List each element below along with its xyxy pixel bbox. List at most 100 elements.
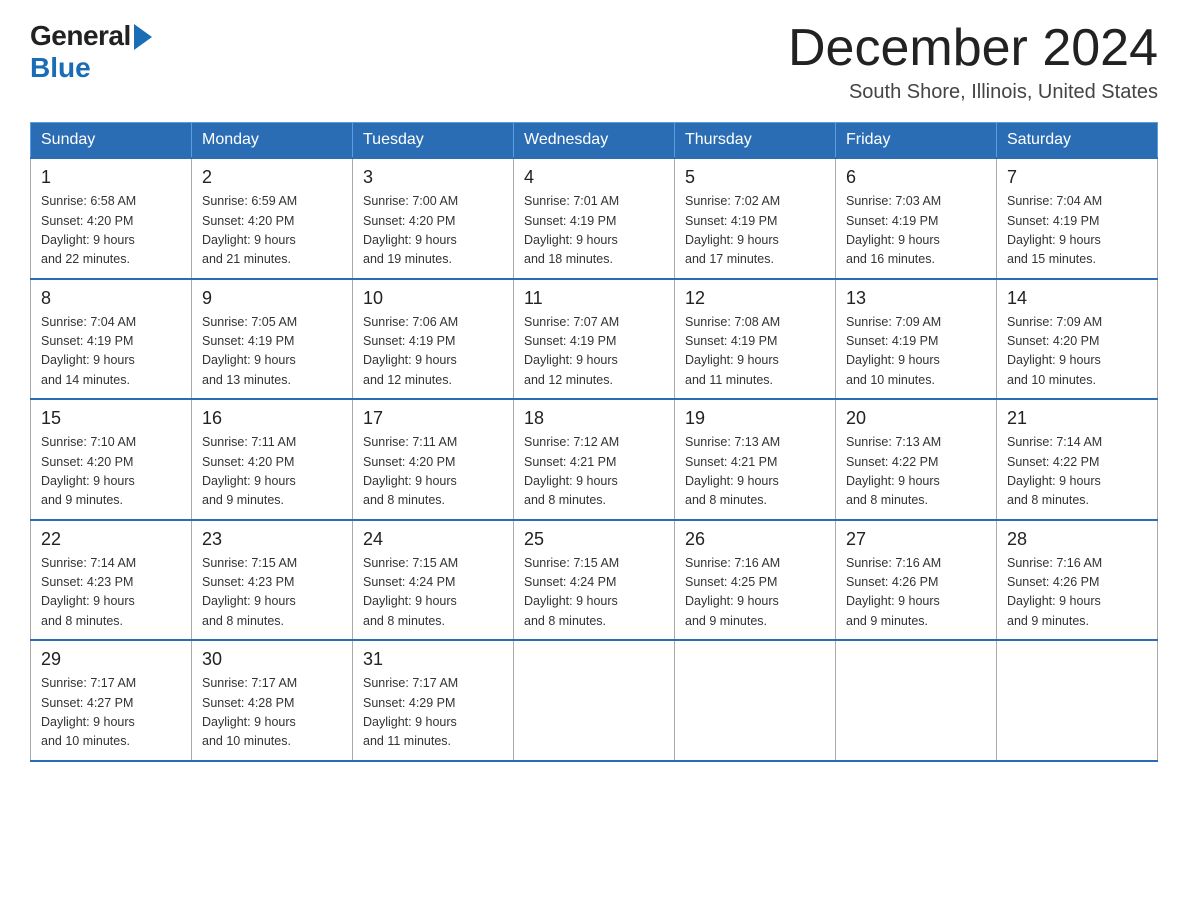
day-info: Sunrise: 7:08 AMSunset: 4:19 PMDaylight:…: [685, 313, 825, 391]
calendar-title-block: December 2024 South Shore, Illinois, Uni…: [788, 20, 1158, 104]
day-info: Sunrise: 7:05 AMSunset: 4:19 PMDaylight:…: [202, 313, 342, 391]
calendar-cell: 30 Sunrise: 7:17 AMSunset: 4:28 PMDayligh…: [192, 640, 353, 761]
day-info: Sunrise: 7:17 AMSunset: 4:29 PMDaylight:…: [363, 674, 503, 752]
calendar-cell: 22 Sunrise: 7:14 AMSunset: 4:23 PMDayligh…: [31, 520, 192, 641]
day-info: Sunrise: 7:09 AMSunset: 4:19 PMDaylight:…: [846, 313, 986, 391]
column-header-thursday: Thursday: [675, 123, 836, 159]
calendar-cell: 24 Sunrise: 7:15 AMSunset: 4:24 PMDayligh…: [353, 520, 514, 641]
calendar-table: SundayMondayTuesdayWednesdayThursdayFrid…: [30, 122, 1158, 762]
day-info: Sunrise: 7:02 AMSunset: 4:19 PMDaylight:…: [685, 192, 825, 270]
day-info: Sunrise: 7:15 AMSunset: 4:24 PMDaylight:…: [363, 554, 503, 632]
day-info: Sunrise: 7:17 AMSunset: 4:27 PMDaylight:…: [41, 674, 181, 752]
calendar-cell: 4 Sunrise: 7:01 AMSunset: 4:19 PMDaylight…: [514, 158, 675, 279]
calendar-cell: 18 Sunrise: 7:12 AMSunset: 4:21 PMDayligh…: [514, 399, 675, 520]
calendar-cell: [997, 640, 1158, 761]
day-info: Sunrise: 7:13 AMSunset: 4:22 PMDaylight:…: [846, 433, 986, 511]
day-number: 24: [363, 529, 503, 550]
day-info: Sunrise: 7:14 AMSunset: 4:22 PMDaylight:…: [1007, 433, 1147, 511]
calendar-location: South Shore, Illinois, United States: [788, 81, 1158, 104]
day-info: Sunrise: 7:06 AMSunset: 4:19 PMDaylight:…: [363, 313, 503, 391]
logo-triangle-icon: [134, 24, 152, 50]
day-info: Sunrise: 7:04 AMSunset: 4:19 PMDaylight:…: [41, 313, 181, 391]
calendar-cell: 25Sunrise: 7:15 AMSunset: 4:24 PMDayligh…: [514, 520, 675, 641]
day-info: Sunrise: 6:59 AMSunset: 4:20 PMDaylight:…: [202, 192, 342, 270]
day-number: 17: [363, 408, 503, 429]
day-number: 14: [1007, 288, 1147, 309]
day-number: 19: [685, 408, 825, 429]
calendar-header-row: SundayMondayTuesdayWednesdayThursdayFrid…: [31, 123, 1158, 159]
calendar-week-row: 22 Sunrise: 7:14 AMSunset: 4:23 PMDayligh…: [31, 520, 1158, 641]
logo-blue-text: Blue: [30, 52, 91, 83]
day-number: 30: [202, 649, 342, 670]
day-info: Sunrise: 7:11 AMSunset: 4:20 PMDaylight:…: [202, 433, 342, 511]
column-header-wednesday: Wednesday: [514, 123, 675, 159]
calendar-week-row: 15 Sunrise: 7:10 AMSunset: 4:20 PMDayligh…: [31, 399, 1158, 520]
calendar-week-row: 1Sunrise: 6:58 AMSunset: 4:20 PMDaylight…: [31, 158, 1158, 279]
day-number: 26: [685, 529, 825, 550]
calendar-cell: 6Sunrise: 7:03 AMSunset: 4:19 PMDaylight…: [836, 158, 997, 279]
day-info: Sunrise: 7:00 AMSunset: 4:20 PMDaylight:…: [363, 192, 503, 270]
calendar-cell: 26 Sunrise: 7:16 AMSunset: 4:25 PMDayligh…: [675, 520, 836, 641]
calendar-week-row: 8 Sunrise: 7:04 AMSunset: 4:19 PMDaylight…: [31, 279, 1158, 400]
day-info: Sunrise: 7:01 AMSunset: 4:19 PMDaylight:…: [524, 192, 664, 270]
day-info: Sunrise: 7:03 AMSunset: 4:19 PMDaylight:…: [846, 192, 986, 270]
day-info: Sunrise: 7:12 AMSunset: 4:21 PMDaylight:…: [524, 433, 664, 511]
calendar-cell: 12 Sunrise: 7:08 AMSunset: 4:19 PMDayligh…: [675, 279, 836, 400]
calendar-cell: 19 Sunrise: 7:13 AMSunset: 4:21 PMDayligh…: [675, 399, 836, 520]
day-info: Sunrise: 7:10 AMSunset: 4:20 PMDaylight:…: [41, 433, 181, 511]
logo-general-text: General: [30, 20, 131, 52]
day-number: 20: [846, 408, 986, 429]
day-info: Sunrise: 7:13 AMSunset: 4:21 PMDaylight:…: [685, 433, 825, 511]
calendar-cell: 7 Sunrise: 7:04 AMSunset: 4:19 PMDaylight…: [997, 158, 1158, 279]
day-info: Sunrise: 7:11 AMSunset: 4:20 PMDaylight:…: [363, 433, 503, 511]
day-number: 16: [202, 408, 342, 429]
calendar-cell: 1Sunrise: 6:58 AMSunset: 4:20 PMDaylight…: [31, 158, 192, 279]
day-number: 23: [202, 529, 342, 550]
day-number: 8: [41, 288, 181, 309]
calendar-cell: 16 Sunrise: 7:11 AMSunset: 4:20 PMDayligh…: [192, 399, 353, 520]
calendar-cell: 8 Sunrise: 7:04 AMSunset: 4:19 PMDaylight…: [31, 279, 192, 400]
day-number: 5: [685, 167, 825, 188]
day-info: Sunrise: 7:16 AMSunset: 4:26 PMDaylight:…: [846, 554, 986, 632]
day-info: Sunrise: 7:17 AMSunset: 4:28 PMDaylight:…: [202, 674, 342, 752]
day-number: 1: [41, 167, 181, 188]
day-info: Sunrise: 7:14 AMSunset: 4:23 PMDaylight:…: [41, 554, 181, 632]
day-number: 28: [1007, 529, 1147, 550]
calendar-cell: 27 Sunrise: 7:16 AMSunset: 4:26 PMDayligh…: [836, 520, 997, 641]
day-info: Sunrise: 7:09 AMSunset: 4:20 PMDaylight:…: [1007, 313, 1147, 391]
calendar-cell: 14 Sunrise: 7:09 AMSunset: 4:20 PMDayligh…: [997, 279, 1158, 400]
calendar-cell: 10 Sunrise: 7:06 AMSunset: 4:19 PMDayligh…: [353, 279, 514, 400]
calendar-cell: 20 Sunrise: 7:13 AMSunset: 4:22 PMDayligh…: [836, 399, 997, 520]
calendar-month-title: December 2024: [788, 20, 1158, 77]
day-number: 12: [685, 288, 825, 309]
calendar-cell: 29Sunrise: 7:17 AMSunset: 4:27 PMDayligh…: [31, 640, 192, 761]
calendar-cell: 3Sunrise: 7:00 AMSunset: 4:20 PMDaylight…: [353, 158, 514, 279]
calendar-cell: 2 Sunrise: 6:59 AMSunset: 4:20 PMDaylight…: [192, 158, 353, 279]
calendar-week-row: 29Sunrise: 7:17 AMSunset: 4:27 PMDayligh…: [31, 640, 1158, 761]
calendar-cell: 11Sunrise: 7:07 AMSunset: 4:19 PMDayligh…: [514, 279, 675, 400]
day-info: Sunrise: 7:04 AMSunset: 4:19 PMDaylight:…: [1007, 192, 1147, 270]
calendar-cell: 17 Sunrise: 7:11 AMSunset: 4:20 PMDayligh…: [353, 399, 514, 520]
calendar-cell: [675, 640, 836, 761]
day-info: Sunrise: 7:16 AMSunset: 4:26 PMDaylight:…: [1007, 554, 1147, 632]
day-number: 15: [41, 408, 181, 429]
column-header-monday: Monday: [192, 123, 353, 159]
column-header-sunday: Sunday: [31, 123, 192, 159]
calendar-cell: 23Sunrise: 7:15 AMSunset: 4:23 PMDayligh…: [192, 520, 353, 641]
day-number: 27: [846, 529, 986, 550]
day-number: 4: [524, 167, 664, 188]
day-info: Sunrise: 7:07 AMSunset: 4:19 PMDaylight:…: [524, 313, 664, 391]
day-number: 22: [41, 529, 181, 550]
column-header-friday: Friday: [836, 123, 997, 159]
calendar-cell: 15 Sunrise: 7:10 AMSunset: 4:20 PMDayligh…: [31, 399, 192, 520]
day-number: 10: [363, 288, 503, 309]
day-number: 21: [1007, 408, 1147, 429]
day-number: 7: [1007, 167, 1147, 188]
day-info: Sunrise: 7:15 AMSunset: 4:24 PMDaylight:…: [524, 554, 664, 632]
day-number: 2: [202, 167, 342, 188]
day-number: 18: [524, 408, 664, 429]
page-header: General Blue December 2024 South Shore, …: [30, 20, 1158, 104]
calendar-cell: [514, 640, 675, 761]
day-info: Sunrise: 7:16 AMSunset: 4:25 PMDaylight:…: [685, 554, 825, 632]
calendar-cell: 13Sunrise: 7:09 AMSunset: 4:19 PMDayligh…: [836, 279, 997, 400]
